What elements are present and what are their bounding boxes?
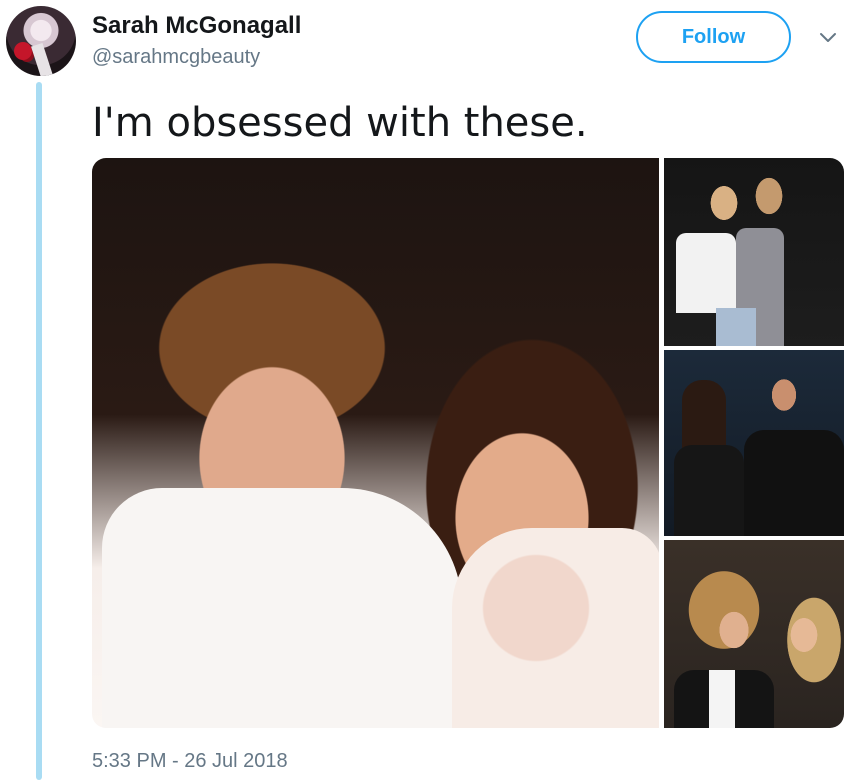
follow-button[interactable]: Follow [636, 11, 791, 63]
premiere-photo-2[interactable] [664, 350, 844, 536]
photo-detail [676, 233, 736, 313]
photo-detail [452, 528, 659, 728]
photo-detail [744, 430, 844, 536]
premiere-photo-1[interactable] [664, 158, 844, 346]
avatar[interactable] [6, 6, 76, 76]
photo-detail [674, 445, 744, 536]
photo-detail [716, 308, 756, 346]
chevron-down-icon[interactable] [818, 28, 838, 48]
author-name[interactable]: Sarah McGonagall [92, 12, 301, 40]
tweet-text: I'm obsessed with these. [92, 100, 588, 146]
prom-photo[interactable] [92, 158, 659, 728]
photo-detail [709, 670, 735, 728]
media-grid [92, 158, 844, 728]
avatar-rose [14, 42, 32, 60]
author-handle[interactable]: @sarahmcgbeauty [92, 46, 260, 69]
premiere-photo-3[interactable] [664, 540, 844, 728]
photo-detail [102, 488, 462, 728]
avatar-sash [31, 42, 53, 76]
tweet-timestamp[interactable]: 5:33 PM - 26 Jul 2018 [92, 750, 288, 773]
thread-line [36, 82, 42, 780]
